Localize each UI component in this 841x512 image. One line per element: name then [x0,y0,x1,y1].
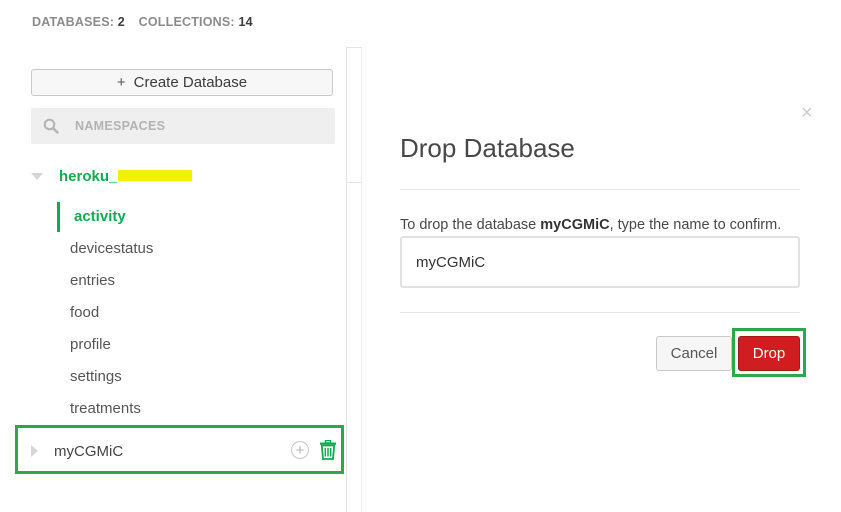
instance-stats: DATABASES: 2 COLLECTIONS: 14 [32,15,263,29]
sidebar-database-mycgmic[interactable]: myCGMiC + [31,438,337,464]
caret-down-icon[interactable] [31,172,43,180]
content-divider-mid [347,182,361,183]
sidebar-collection-treatments[interactable]: treatments [70,400,141,417]
create-database-button[interactable]: + Create Database [31,69,333,96]
sidebar-database-heroku[interactable]: heroku_ [31,163,193,189]
database-row-actions: + [291,440,337,460]
confirm-database-name: myCGMiC [540,217,610,233]
plus-icon: + [116,74,126,91]
modal-divider-top [400,189,800,190]
cancel-button[interactable]: Cancel [656,336,732,371]
sidebar-collection-settings[interactable]: settings [70,368,122,385]
databases-label: DATABASES: [32,15,115,29]
drop-button[interactable]: Drop [738,336,800,371]
collections-count: 14 [238,15,253,29]
modal-divider-bottom [400,312,800,313]
content-divider [361,47,362,512]
caret-right-icon[interactable] [31,445,38,457]
namespace-filter-placeholder: NAMESPACES [75,119,166,133]
sidebar-divider [346,47,347,512]
confirm-name-input[interactable]: myCGMiC [400,236,800,288]
confirm-instructions: To drop the database myCGMiC, type the n… [400,217,782,233]
add-collection-icon[interactable]: + [291,441,309,459]
sidebar-collection-profile[interactable]: profile [70,336,111,353]
database-name: heroku_ [59,168,193,185]
collections-label: COLLECTIONS: [138,15,235,29]
sidebar-collection-activity[interactable]: activity [74,208,126,225]
sidebar-collection-food[interactable]: food [70,304,99,321]
sidebar-divider-top [346,47,362,48]
namespace-filter-input[interactable]: NAMESPACES [31,108,335,144]
redaction-mark [118,170,193,182]
close-icon[interactable]: × [801,103,813,123]
sidebar-collection-entries[interactable]: entries [70,272,115,289]
sidebar-collection-devicestatus[interactable]: devicestatus [70,240,153,257]
databases-count: 2 [117,15,125,29]
trash-icon[interactable] [319,440,337,460]
create-database-label: Create Database [133,74,248,91]
search-icon [43,118,59,134]
database-name: myCGMiC [54,442,124,460]
active-collection-indicator [57,202,60,232]
modal-title: Drop Database [400,133,575,163]
